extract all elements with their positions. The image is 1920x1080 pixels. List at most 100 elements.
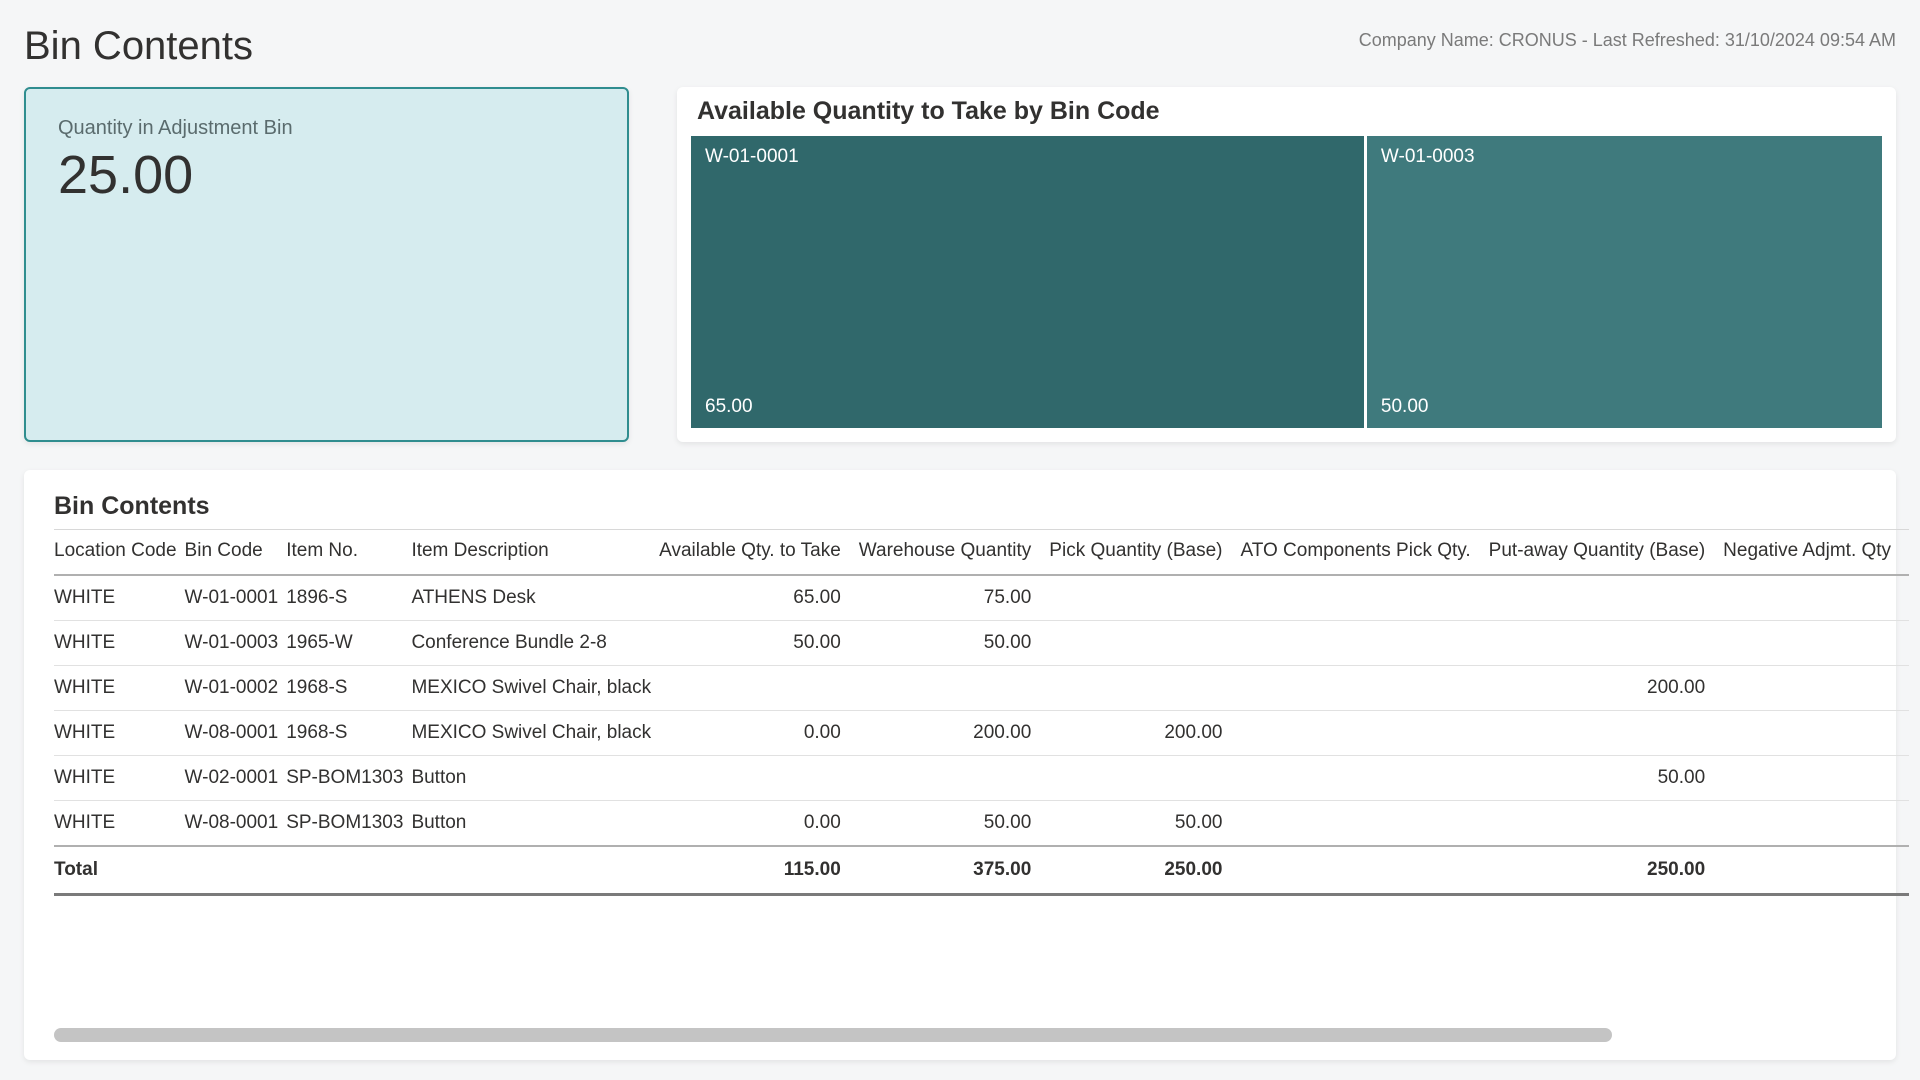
- cell-desc: MEXICO Swivel Chair, black: [411, 711, 659, 756]
- table-total-row: Total 115.00 375.00 250.00 250.00: [54, 846, 1909, 895]
- treemap-tile[interactable]: W-01-0003 50.00: [1367, 136, 1882, 428]
- col-header-item-desc[interactable]: Item Description: [411, 530, 659, 576]
- col-header-whqty[interactable]: Warehouse Quantity: [859, 530, 1050, 576]
- cell-put: [1489, 621, 1723, 666]
- table-row[interactable]: WHITEW-01-00011896-SATHENS Desk65.0075.0…: [54, 575, 1909, 621]
- col-header-pick[interactable]: Pick Quantity (Base): [1049, 530, 1240, 576]
- col-header-item-no[interactable]: Item No.: [286, 530, 411, 576]
- cell-avail: 0.00: [659, 711, 859, 756]
- cell-wh: 50.00: [859, 801, 1050, 847]
- col-header-bin[interactable]: Bin Code: [185, 530, 287, 576]
- kpi-value: 25.00: [58, 144, 595, 206]
- cell-ato: [1240, 621, 1488, 666]
- treemap-tile-value: 50.00: [1381, 396, 1868, 418]
- company-refresh-stamp: Company Name: CRONUS - Last Refreshed: 3…: [1359, 24, 1896, 51]
- cell-put: 50.00: [1489, 756, 1723, 801]
- cell-bin: W-08-0001: [185, 801, 287, 847]
- cell-put: 200.00: [1489, 666, 1723, 711]
- cell-pick: [1049, 621, 1240, 666]
- cell-neg: [1723, 621, 1909, 666]
- cell-put: [1489, 711, 1723, 756]
- kpi-adjustment-bin-card[interactable]: Quantity in Adjustment Bin 25.00: [24, 87, 629, 442]
- cell-ato: [1240, 711, 1488, 756]
- table-row[interactable]: WHITEW-08-00011968-SMEXICO Swivel Chair,…: [54, 711, 1909, 756]
- cell-desc: MEXICO Swivel Chair, black: [411, 666, 659, 711]
- cell-wh: [859, 756, 1050, 801]
- cell-ato: [1240, 575, 1488, 621]
- col-header-ato[interactable]: ATO Components Pick Qty.: [1240, 530, 1488, 576]
- cell-pick: 50.00: [1049, 801, 1240, 847]
- treemap-title: Available Quantity to Take by Bin Code: [691, 97, 1882, 126]
- cell-item: 1896-S: [286, 575, 411, 621]
- cell-loc: WHITE: [54, 666, 185, 711]
- kpi-label: Quantity in Adjustment Bin: [58, 117, 595, 140]
- table-row[interactable]: WHITEW-01-00031965-WConference Bundle 2-…: [54, 621, 1909, 666]
- total-put: 250.00: [1489, 846, 1723, 895]
- cell-item: 1965-W: [286, 621, 411, 666]
- total-ato: [1240, 846, 1488, 895]
- cell-item: 1968-S: [286, 666, 411, 711]
- cell-item: SP-BOM1303: [286, 756, 411, 801]
- table-header-row: Location Code Bin Code Item No. Item Des…: [54, 530, 1909, 576]
- cell-avail: 50.00: [659, 621, 859, 666]
- cell-bin: W-02-0001: [185, 756, 287, 801]
- cell-pick: [1049, 575, 1240, 621]
- treemap-tile-value: 65.00: [705, 396, 1350, 418]
- cell-avail: 65.00: [659, 575, 859, 621]
- treemap-chart[interactable]: W-01-0001 65.00 W-01-0003 50.00: [691, 136, 1882, 428]
- cell-bin: W-01-0003: [185, 621, 287, 666]
- cell-pick: [1049, 756, 1240, 801]
- scrollbar-thumb[interactable]: [54, 1028, 1612, 1042]
- table-row[interactable]: WHITEW-01-00021968-SMEXICO Swivel Chair,…: [54, 666, 1909, 711]
- col-header-avail[interactable]: Available Qty. to Take: [659, 530, 859, 576]
- cell-desc: Conference Bundle 2-8: [411, 621, 659, 666]
- cell-loc: WHITE: [54, 756, 185, 801]
- total-pick: 250.00: [1049, 846, 1240, 895]
- treemap-card: Available Quantity to Take by Bin Code W…: [677, 87, 1896, 442]
- table-row[interactable]: WHITEW-02-0001SP-BOM1303Button50.00: [54, 756, 1909, 801]
- treemap-tile-label: W-01-0001: [705, 146, 1350, 168]
- cell-desc: ATHENS Desk: [411, 575, 659, 621]
- cell-put: [1489, 801, 1723, 847]
- cell-wh: 50.00: [859, 621, 1050, 666]
- cell-item: 1968-S: [286, 711, 411, 756]
- cell-neg: [1723, 801, 1909, 847]
- cell-pick: [1049, 666, 1240, 711]
- cell-item: SP-BOM1303: [286, 801, 411, 847]
- cell-loc: WHITE: [54, 711, 185, 756]
- total-wh: 375.00: [859, 846, 1050, 895]
- page-title: Bin Contents: [24, 24, 253, 69]
- horizontal-scrollbar[interactable]: [54, 1028, 1866, 1042]
- total-neg: [1723, 846, 1909, 895]
- cell-ato: [1240, 801, 1488, 847]
- bin-contents-table: Location Code Bin Code Item No. Item Des…: [54, 529, 1909, 896]
- cell-pick: 200.00: [1049, 711, 1240, 756]
- cell-bin: W-01-0001: [185, 575, 287, 621]
- cell-neg: [1723, 756, 1909, 801]
- treemap-tile-label: W-01-0003: [1381, 146, 1868, 168]
- table-title: Bin Contents: [54, 492, 1866, 521]
- col-header-put[interactable]: Put-away Quantity (Base): [1489, 530, 1723, 576]
- cell-avail: 0.00: [659, 801, 859, 847]
- cell-neg: [1723, 711, 1909, 756]
- col-header-neg[interactable]: Negative Adjmt. Qty: [1723, 530, 1909, 576]
- cell-ato: [1240, 666, 1488, 711]
- cell-wh: 75.00: [859, 575, 1050, 621]
- cell-neg: [1723, 575, 1909, 621]
- cell-loc: WHITE: [54, 621, 185, 666]
- cell-ato: [1240, 756, 1488, 801]
- col-header-location[interactable]: Location Code: [54, 530, 185, 576]
- bin-contents-table-card: Bin Contents Location Code Bin Code Item…: [24, 470, 1896, 1060]
- cell-loc: WHITE: [54, 801, 185, 847]
- table-row[interactable]: WHITEW-08-0001SP-BOM1303Button0.0050.005…: [54, 801, 1909, 847]
- total-avail: 115.00: [659, 846, 859, 895]
- cell-wh: [859, 666, 1050, 711]
- cell-bin: W-01-0002: [185, 666, 287, 711]
- cell-wh: 200.00: [859, 711, 1050, 756]
- treemap-tile[interactable]: W-01-0001 65.00: [691, 136, 1364, 428]
- cell-bin: W-08-0001: [185, 711, 287, 756]
- cell-avail: [659, 666, 859, 711]
- cell-neg: [1723, 666, 1909, 711]
- cell-put: [1489, 575, 1723, 621]
- cell-avail: [659, 756, 859, 801]
